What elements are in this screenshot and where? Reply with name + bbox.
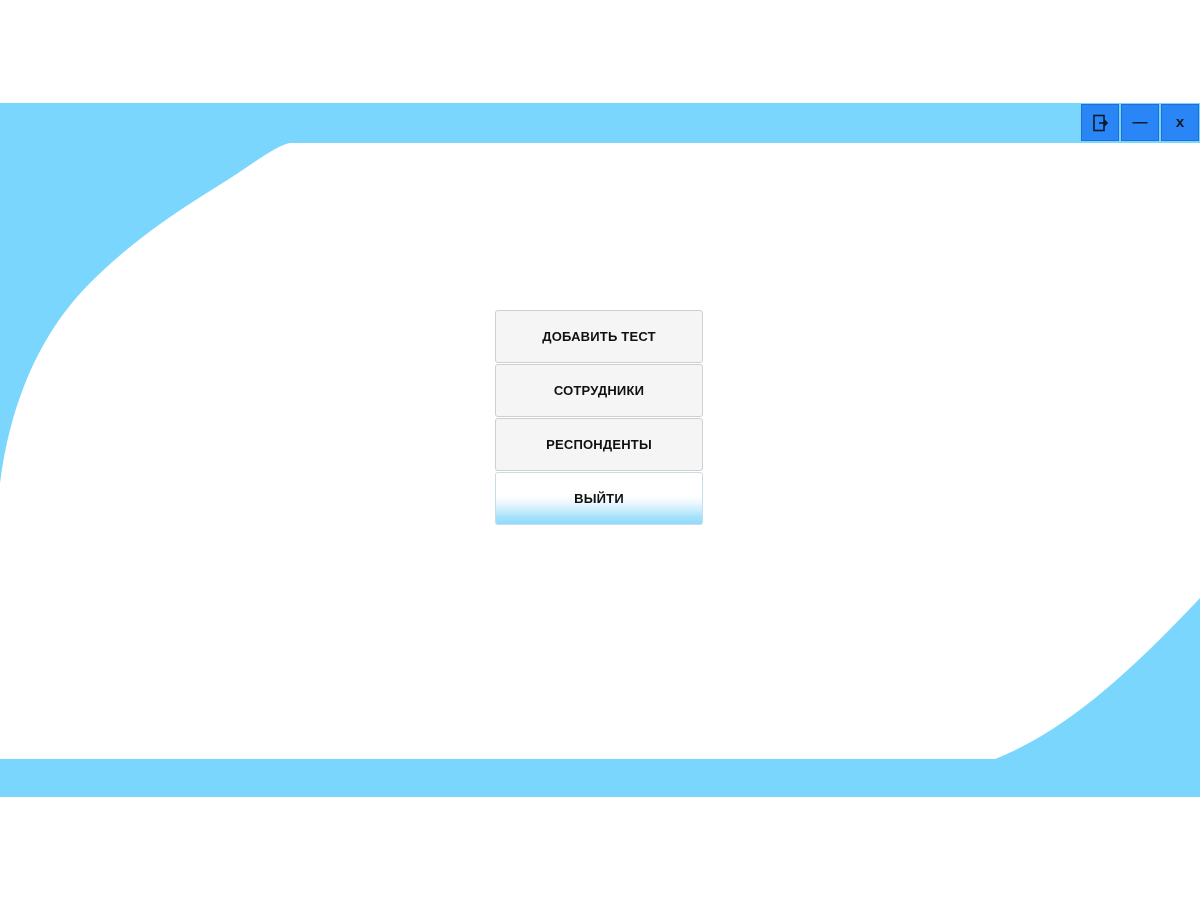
main-menu: ДОБАВИТЬ ТЕСТ СОТРУДНИКИ РЕСПОНДЕНТЫ ВЫЙ… <box>495 310 703 525</box>
close-icon: x <box>1175 114 1185 131</box>
employees-label: СОТРУДНИКИ <box>553 383 645 398</box>
window-controls: — x <box>1081 104 1199 141</box>
exit-label: ВЫЙТИ <box>574 491 624 506</box>
logout-button[interactable] <box>1081 104 1119 141</box>
minimize-icon: — <box>1132 114 1148 131</box>
exit-button[interactable]: ВЫЙТИ <box>495 472 703 525</box>
logout-icon <box>1092 114 1108 132</box>
add-test-label: ДОБАВИТЬ ТЕСТ <box>542 329 656 344</box>
add-test-button[interactable]: ДОБАВИТЬ ТЕСТ <box>495 310 703 363</box>
respondents-label: РЕСПОНДЕНТЫ <box>546 437 652 452</box>
app-window: — x ДОБАВИТЬ ТЕСТ СОТРУДНИКИ РЕСПОНДЕНТЫ… <box>0 103 1200 797</box>
minimize-button[interactable]: — <box>1121 104 1159 141</box>
close-button[interactable]: x <box>1161 104 1199 141</box>
employees-button[interactable]: СОТРУДНИКИ <box>495 364 703 417</box>
respondents-button[interactable]: РЕСПОНДЕНТЫ <box>495 418 703 471</box>
